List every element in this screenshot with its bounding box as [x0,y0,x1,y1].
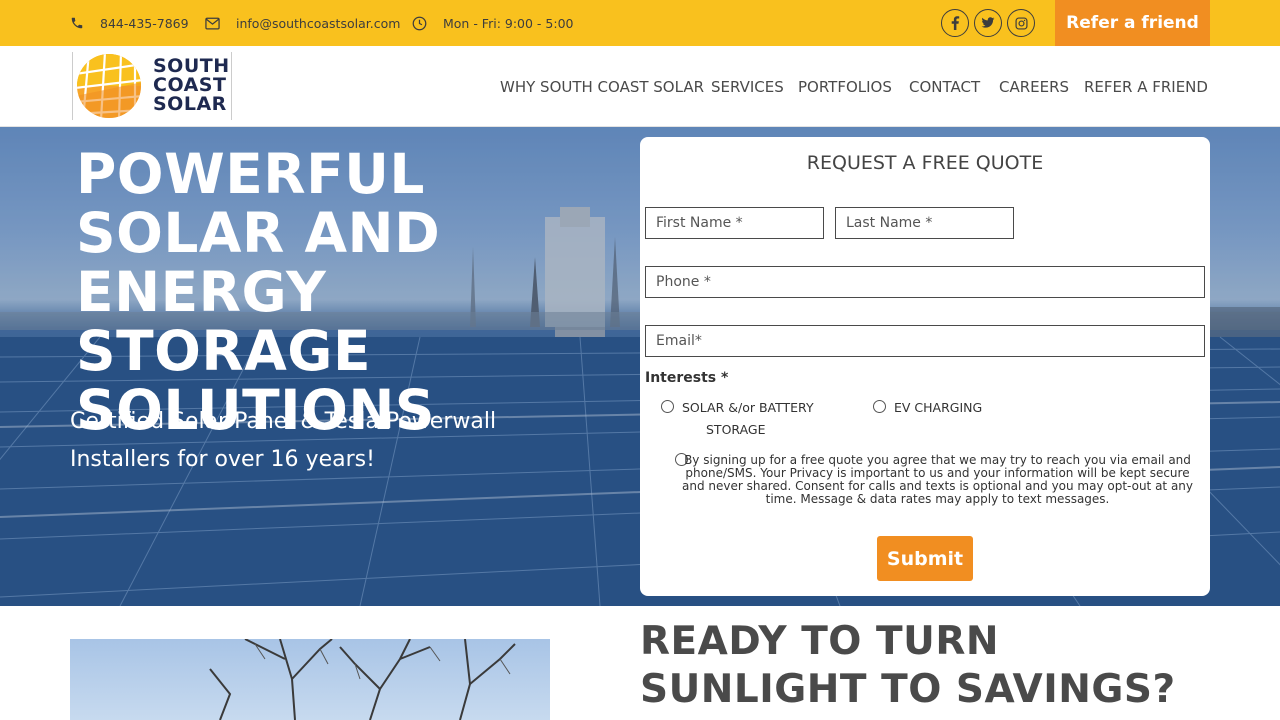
hero-subtitle: Certified Solar Panel & Tesla Powerwall … [70,409,497,472]
nav-why-south-coast-solar[interactable]: WHY SOUTH COAST SOLAR [500,46,704,127]
instagram-icon [1014,16,1028,30]
logo-wordmark: SOUTH COAST SOLAR [153,57,230,114]
phone-number: 844-435-7869 [100,15,189,31]
nav-refer-a-friend[interactable]: REFER A FRIEND [1084,46,1208,127]
tree-photo [70,639,550,720]
solar-battery-label-line1: SOLAR &/or BATTERY [682,400,814,415]
site-header: SOUTH COAST SOLAR WHY SOUTH COAST SOLAR … [0,46,1280,127]
solar-battery-label-line2: STORAGE [706,422,766,437]
solar-battery-radio[interactable] [661,400,674,413]
nav-services[interactable]: SERVICES [711,46,784,127]
submit-button[interactable]: Submit [877,536,973,581]
phone-link[interactable]: 844-435-7869 [70,0,189,46]
interests-label: Interests * [645,370,729,386]
email-address: info@southcoastsolar.com [236,15,401,31]
hours-text: Mon - Fri: 9:00 - 5:00 [443,15,574,31]
twitter-icon [981,17,995,28]
site-logo[interactable]: SOUTH COAST SOLAR [72,52,232,120]
hero-title: POWERFUL SOLAR AND ENERGY STORAGE SOLUTI… [76,142,441,442]
bare-tree-branches-image [209,639,516,720]
instagram-button[interactable] [1007,9,1035,37]
section-heading-line2: SUNLIGHT TO SAVINGS? [640,667,1176,712]
business-hours: Mon - Fri: 9:00 - 5:00 [412,0,574,46]
quote-form: REQUEST A FREE QUOTE Interests * SOLAR &… [640,137,1210,596]
nav-contact[interactable]: CONTACT [909,46,980,127]
nav-careers[interactable]: CAREERS [999,46,1069,127]
phone-icon [71,17,83,29]
facebook-button[interactable] [941,9,969,37]
envelope-icon [205,17,220,29]
logo-line-solar: SOLAR [153,93,227,115]
section-heading-line1: READY TO TURN [640,619,999,664]
facebook-icon [951,16,960,30]
email-input[interactable] [645,325,1205,357]
refer-a-friend-button[interactable]: Refer a friend [1055,0,1210,46]
section-heading: READY TO TURN SUNLIGHT TO SAVINGS? [640,618,1240,714]
sun-logo-icon [77,54,141,118]
consent-text: By signing up for a free quote you agree… [681,453,1194,506]
phone-input[interactable] [645,266,1205,298]
form-title: REQUEST A FREE QUOTE [806,152,1044,174]
first-name-input[interactable] [645,207,824,239]
top-bar: 844-435-7869 info@southcoastsolar.com Mo… [0,0,1280,46]
clock-icon [412,16,427,30]
nav-portfolios[interactable]: PORTFOLIOS [798,46,892,127]
email-link[interactable]: info@southcoastsolar.com [205,0,400,46]
ev-charging-label: EV CHARGING [894,400,983,415]
last-name-input[interactable] [835,207,1014,239]
twitter-button[interactable] [974,9,1002,37]
ev-charging-radio[interactable] [873,400,886,413]
